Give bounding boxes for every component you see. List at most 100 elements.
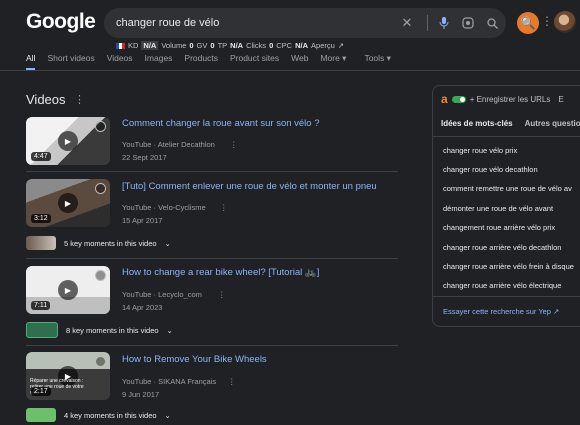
clock-icon: [95, 270, 106, 281]
google-logo[interactable]: Google: [26, 10, 96, 34]
keyword-item[interactable]: changer roue arrière vélo électrique: [443, 281, 561, 290]
keyword-item[interactable]: changer roue arrière vélo decathlon: [443, 243, 561, 252]
key-moments-toggle[interactable]: 4 key moments in this video ⌄: [26, 408, 171, 422]
clock-icon: [95, 121, 106, 132]
clear-icon[interactable]: ✕: [397, 13, 417, 33]
video-date: 15 Apr 2017: [122, 216, 163, 225]
preview-link[interactable]: Aperçu: [311, 41, 335, 50]
divider: [26, 345, 398, 346]
video-source: YouTube · SIKANA Français: [122, 377, 217, 386]
play-icon: ▶: [58, 131, 78, 151]
keyword-item[interactable]: changement roue arrière vélo prix: [443, 223, 555, 232]
tab-web[interactable]: Web: [291, 53, 308, 64]
chevron-down-icon[interactable]: ⌄: [165, 411, 171, 420]
toggle-switch[interactable]: [451, 95, 466, 103]
video-duration: 3:12: [31, 214, 51, 223]
video-duration: 7:11: [31, 301, 51, 310]
divider: [433, 136, 580, 137]
key-moment-thumbnail: [26, 322, 58, 338]
video-source: YouTube · Atelier Decathlon: [122, 140, 215, 149]
search-icon[interactable]: [482, 13, 502, 33]
video-source: YouTube · Velo-Cyclisme: [122, 203, 206, 212]
video-date: 14 Apr 2023: [122, 303, 163, 312]
video-title[interactable]: Comment changer la roue avant sur son vé…: [122, 118, 320, 129]
video-thumbnail[interactable]: ▶ Réparer une crevaison : retirer une ro…: [26, 352, 110, 400]
video-thumbnail[interactable]: ▶ 7:11: [26, 266, 110, 314]
video-title[interactable]: [Tuto] Comment enlever une roue de vélo …: [122, 181, 377, 192]
apps-grid-icon[interactable]: ⋮: [541, 14, 553, 28]
tab-images[interactable]: Images: [145, 53, 173, 64]
seo-metrics-bar: KD N/A Volume 0 GV 0 TP N/A Clicks 0 CPC…: [116, 41, 344, 50]
more-options-icon[interactable]: ⋮: [230, 140, 238, 149]
play-icon: ▶: [58, 193, 78, 213]
search-box[interactable]: changer roue de vélo ✕: [104, 8, 506, 38]
more-options-icon[interactable]: ⋮: [218, 290, 226, 299]
tp-value: N/A: [230, 41, 244, 50]
video-title[interactable]: How to change a rear bike wheel? [Tutori…: [122, 267, 319, 278]
avatar[interactable]: [554, 11, 576, 33]
more-options-icon[interactable]: ⋮: [220, 203, 228, 212]
play-icon: ▶: [58, 280, 78, 300]
keyword-item[interactable]: changer roue vélo decathlon: [443, 165, 538, 174]
clicks-label: Clicks: [246, 41, 267, 50]
tab-product-sites[interactable]: Product sites: [230, 53, 279, 64]
search-tabs: All Short videos Videos Images Products …: [26, 53, 391, 70]
video-duration: 2:17: [31, 387, 51, 396]
seo-extension-icon[interactable]: 🔍: [517, 12, 539, 34]
extension-logo: a: [441, 92, 448, 106]
video-title[interactable]: How to Remove Your Bike Wheels: [122, 354, 267, 365]
video-thumbnail[interactable]: ▶ 4:47: [26, 117, 110, 165]
microphone-icon[interactable]: [434, 13, 454, 33]
divider: [0, 70, 580, 71]
export-button[interactable]: E: [558, 95, 563, 104]
key-moments-label: 5 key moments in this video: [64, 238, 157, 248]
tab-short-videos[interactable]: Short videos: [47, 53, 94, 64]
video-source: YouTube · Lecyclo_com: [122, 290, 202, 299]
kd-value: N/A: [141, 41, 159, 50]
save-urls-button[interactable]: + Enregistrer les URLs: [470, 95, 551, 104]
divider: [427, 15, 428, 31]
chevron-down-icon[interactable]: ⌄: [165, 239, 171, 248]
volume-value: 0: [189, 41, 194, 50]
keyword-item[interactable]: changer roue arrière vélo frein à disque: [443, 262, 574, 271]
video-date: 9 Jun 2017: [122, 390, 160, 399]
tab-products[interactable]: Products: [184, 53, 218, 64]
key-moments-toggle[interactable]: 5 key moments in this video ⌄: [26, 236, 171, 250]
gv-label: GV: [196, 41, 208, 50]
tab-tools[interactable]: Tools ▾: [364, 53, 390, 64]
keyword-item[interactable]: démonter une roue de vélo avant: [443, 204, 553, 213]
key-moments-toggle[interactable]: 8 key moments in this video ⌄: [26, 322, 173, 338]
divider: [26, 171, 398, 172]
key-moment-thumbnail: [26, 408, 56, 422]
external-link-icon[interactable]: ↗: [338, 41, 344, 50]
tab-more[interactable]: More ▾: [320, 53, 346, 64]
chevron-down-icon[interactable]: ⌄: [167, 326, 173, 335]
search-input[interactable]: changer roue de vélo: [116, 17, 397, 29]
keyword-item[interactable]: comment remettre une roue de vélo av: [443, 184, 572, 193]
clock-icon: [95, 356, 106, 367]
section-title: Videos: [26, 92, 66, 107]
more-options-icon[interactable]: ⋮: [228, 377, 236, 386]
clock-icon: [95, 183, 106, 194]
video-date: 22 Sept 2017: [122, 153, 167, 162]
keyword-item[interactable]: changer roue vélo prix: [443, 146, 517, 155]
video-thumbnail[interactable]: ▶ 3:12: [26, 179, 110, 227]
yep-search-link[interactable]: Essayer cette recherche sur Yep ↗: [443, 307, 559, 316]
more-options-icon[interactable]: ⋮: [74, 93, 85, 106]
key-moments-label: 4 key moments in this video: [64, 410, 157, 420]
volume-label: Volume: [161, 41, 187, 50]
clicks-value: 0: [269, 41, 274, 50]
kd-label: KD: [128, 41, 139, 50]
divider: [26, 258, 398, 259]
france-flag-icon: [116, 42, 125, 49]
lens-icon[interactable]: [458, 13, 478, 33]
tab-all[interactable]: All: [26, 53, 36, 70]
tab-videos[interactable]: Videos: [107, 53, 133, 64]
cpc-label: CPC: [276, 41, 293, 50]
tab-keyword-ideas[interactable]: Idées de mots-clés: [441, 119, 513, 128]
video-duration: 4:47: [31, 152, 51, 161]
cpc-value: N/A: [295, 41, 309, 50]
tp-label: TP: [217, 41, 228, 50]
tab-other-questions[interactable]: Autres questions: [525, 119, 580, 128]
keyword-ideas-panel: a + Enregistrer les URLs E Idées de mots…: [432, 85, 580, 327]
